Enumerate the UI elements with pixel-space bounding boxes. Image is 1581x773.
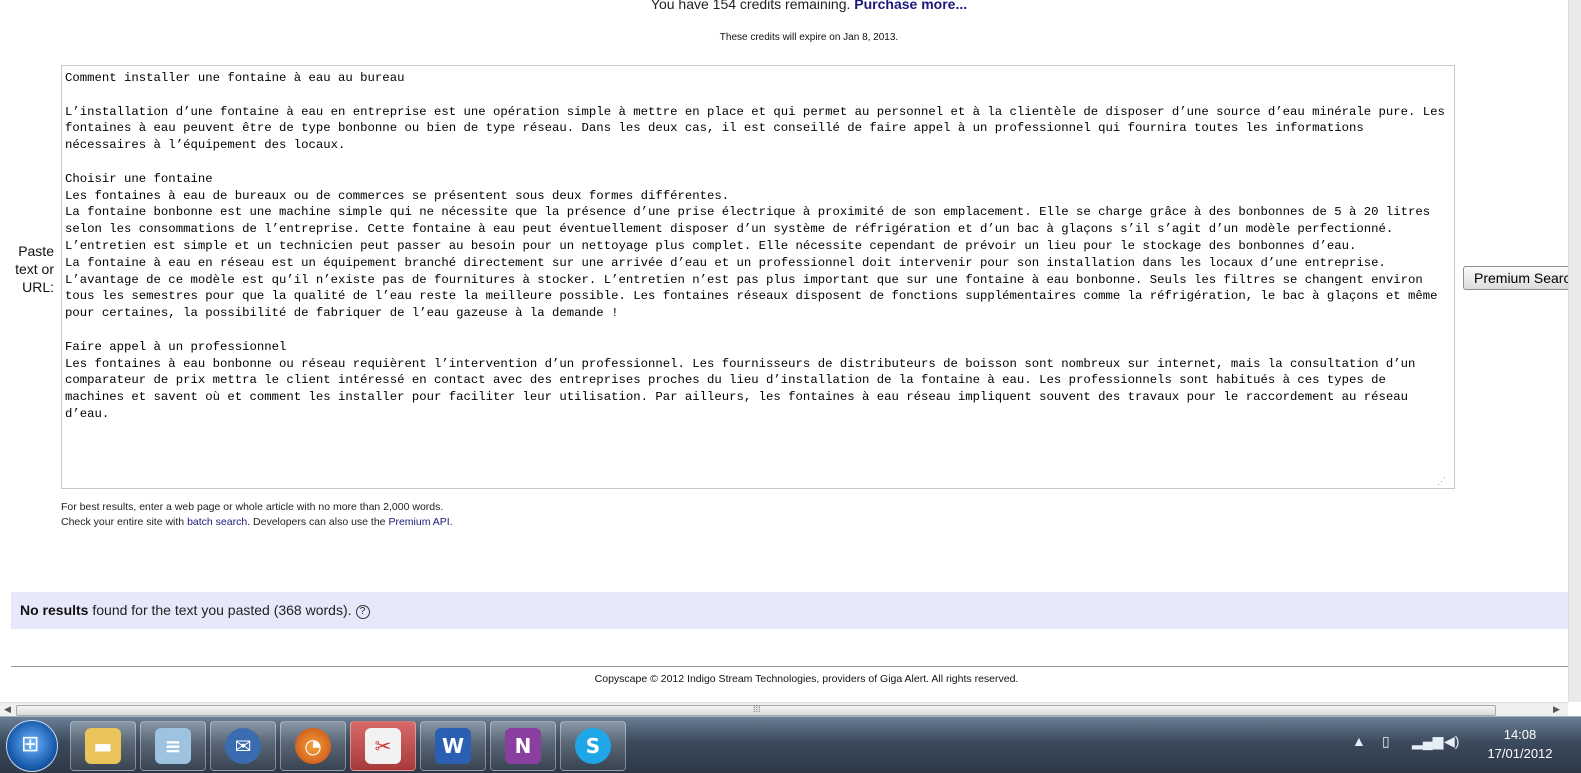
paste-text-area[interactable]: Comment installer une fontaine à eau au … <box>61 65 1455 489</box>
hint-text: For best results, enter a web page or wh… <box>61 500 453 530</box>
vertical-scrollbar[interactable] <box>1568 0 1581 702</box>
help-icon[interactable]: ? <box>355 605 370 619</box>
skype-icon: S <box>575 728 611 764</box>
premium-search-button[interactable]: Premium Search <box>1463 266 1568 290</box>
results-banner: No results found for the text you pasted… <box>11 592 1568 629</box>
windows-logo-icon: ⊞ <box>21 731 40 756</box>
scroll-left-icon[interactable]: ◀ <box>4 704 11 715</box>
clock-time: 14:08 <box>1503 727 1537 742</box>
batch-search-link[interactable]: batch search <box>187 516 247 528</box>
horizontal-scroll-thumb[interactable]: ⁞⁞⁞ <box>16 704 1496 716</box>
onenote-icon: N <box>505 728 541 764</box>
taskbar-word[interactable]: W <box>420 721 486 771</box>
hint-line-1: For best results, enter a web page or wh… <box>61 501 444 513</box>
credits-text: You have 154 credits remaining. <box>650 0 851 12</box>
copyright-footer: Copyscape © 2012 Indigo Stream Technolog… <box>594 673 1019 685</box>
firefox-icon: ◔ <box>295 728 331 764</box>
taskbar-thunderbird[interactable]: ✉ <box>210 721 276 771</box>
taskbar-notepad[interactable]: ≡ <box>140 721 206 771</box>
grip-icon: ⁞⁞⁞ <box>753 704 761 714</box>
no-results-label: No results <box>20 602 89 618</box>
premium-api-link[interactable]: Premium API <box>388 516 449 528</box>
taskbar-onenote[interactable]: N <box>490 721 556 771</box>
signal-icon[interactable]: ▂▄▆ <box>1412 733 1443 750</box>
results-text: found for the text you pasted (368 words… <box>88 602 352 618</box>
credits-line: You have 154 credits remaining. Purchase… <box>0 0 1568 12</box>
start-button[interactable]: ⊞ <box>6 720 58 772</box>
volume-icon[interactable]: ◀) <box>1444 733 1459 750</box>
purchase-more-link[interactable]: Purchase more... <box>854 0 967 12</box>
horizontal-scrollbar[interactable]: ◀ ⁞⁞⁞ ▶ <box>0 702 1568 717</box>
network-sync-icon[interactable]: ▯ <box>1382 733 1390 750</box>
taskbar-skype[interactable]: S <box>560 721 626 771</box>
taskbar-firefox[interactable]: ◔ <box>280 721 346 771</box>
clock-date: 17/01/2012 <box>1487 746 1553 761</box>
resize-handle-icon[interactable]: ⋰ <box>1437 476 1447 486</box>
browser-page: You have 154 credits remaining. Purchase… <box>0 0 1568 702</box>
thunderbird-icon: ✉ <box>225 728 261 764</box>
footer-divider <box>11 666 1568 667</box>
folder-icon: ▬ <box>85 728 121 764</box>
taskbar-snipping-tool[interactable]: ✂ <box>350 721 416 771</box>
scroll-right-icon[interactable]: ▶ <box>1553 704 1560 715</box>
taskbar-explorer[interactable]: ▬ <box>70 721 136 771</box>
taskbar: ⊞ ▬ ≡ ✉ ◔ ✂ W N S ▲ ▯ ▂▄▆ ◀) 14:08 17/01… <box>0 716 1581 773</box>
word-icon: W <box>435 728 471 764</box>
clock[interactable]: 14:08 17/01/2012 <box>1470 725 1570 763</box>
show-hidden-icons-icon[interactable]: ▲ <box>1352 733 1366 749</box>
credits-expire-text: These credits will expire on Jan 8, 2013… <box>719 32 899 43</box>
scissors-icon: ✂ <box>365 728 401 764</box>
paste-label: Paste text or URL: <box>15 243 54 295</box>
notepad-icon: ≡ <box>155 728 191 764</box>
hint-line-2: Check your entire site with batch search… <box>61 516 453 528</box>
